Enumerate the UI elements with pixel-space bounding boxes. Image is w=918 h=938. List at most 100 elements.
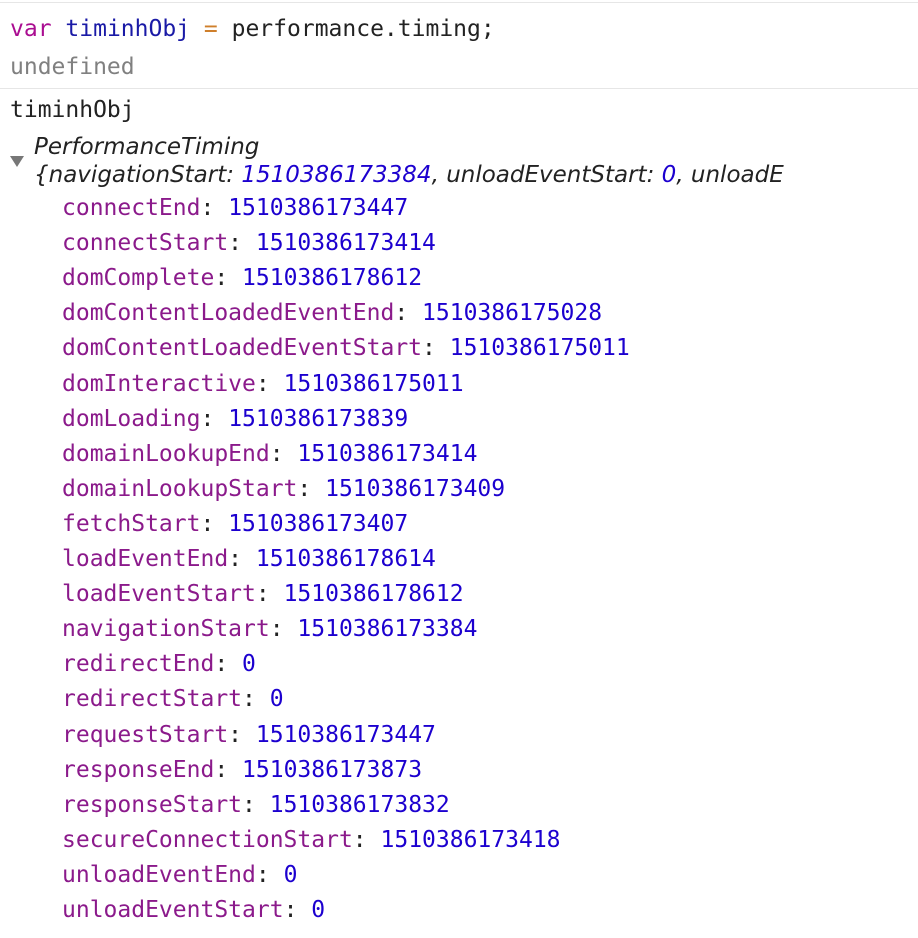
property-value: 1510386178612 <box>242 265 423 292</box>
property-row[interactable]: redirectStart: 0 <box>62 685 284 713</box>
property-key: domComplete <box>62 265 215 292</box>
property-value: 0 <box>269 686 284 713</box>
property-value: 1510386173414 <box>255 230 436 257</box>
property-row[interactable]: domainLookupEnd: 1510386173414 <box>62 440 477 468</box>
property-row[interactable]: fetchStart: 1510386173407 <box>62 510 408 538</box>
property-colon: : <box>297 475 326 502</box>
property-key: domContentLoadedEventStart <box>62 335 423 362</box>
property-value: 1510386175028 <box>422 300 603 327</box>
property-key: unloadEventStart <box>62 897 284 923</box>
property-key: fetchStart <box>62 510 201 537</box>
variable-token: timinhObj <box>65 16 191 42</box>
property-colon: : <box>228 721 256 748</box>
property-value: 1510386173407 <box>228 510 409 537</box>
property-value: 1510386178612 <box>283 581 464 608</box>
property-colon: : <box>242 686 270 713</box>
property-value: 1510386173839 <box>228 405 409 432</box>
property-value: 1510386173384 <box>297 616 478 643</box>
property-key: domContentLoadedEventEnd <box>62 300 395 327</box>
object-class-name[interactable]: PerformanceTiming <box>34 133 259 161</box>
keyword-token: var <box>10 16 52 42</box>
property-colon: : <box>200 195 229 221</box>
property-key: secureConnectionStart <box>62 826 353 853</box>
property-row[interactable]: redirectEnd: 0 <box>62 650 256 678</box>
property-value: 1510386173447 <box>255 721 436 748</box>
property-row[interactable]: responseStart: 1510386173832 <box>62 791 450 819</box>
property-key: redirectStart <box>62 686 243 713</box>
property-row[interactable]: domainLookupStart: 1510386173409 <box>62 475 505 503</box>
property-row[interactable]: requestStart: 1510386173447 <box>62 721 436 749</box>
property-row[interactable]: connectStart: 1510386173414 <box>62 229 436 257</box>
property-colon: : <box>214 265 243 292</box>
property-key: redirectEnd <box>62 651 215 678</box>
property-row[interactable]: loadEventEnd: 1510386178614 <box>62 545 436 573</box>
console-input-entry-2[interactable]: timinhObj <box>0 88 918 128</box>
object-preview[interactable]: {navigationStart: 1510386173384, unloadE… <box>34 161 784 189</box>
property-colon: : <box>200 405 229 432</box>
preview-key-1: unloadEventStart <box>446 162 647 188</box>
console-input-line[interactable]: var timinhObj = performance.timing; <box>10 15 495 43</box>
expression-token: performance.timing; <box>231 16 495 42</box>
property-value: 1510386173873 <box>242 756 423 783</box>
devtools-console: var timinhObj = performance.timing; unde… <box>0 0 918 938</box>
property-row[interactable]: unloadEventStart: 0 <box>62 896 325 924</box>
property-row[interactable]: responseEnd: 1510386173873 <box>62 756 422 784</box>
property-colon: : <box>422 335 450 362</box>
property-key: unloadEventEnd <box>62 861 256 888</box>
expand-triangle-icon[interactable] <box>10 156 24 167</box>
property-row[interactable]: unloadEventEnd: 0 <box>62 861 297 889</box>
property-value: 1510386173418 <box>380 826 561 853</box>
property-colon: : <box>255 861 284 888</box>
property-colon: : <box>214 756 243 783</box>
property-key: domInteractive <box>62 370 256 397</box>
property-row[interactable]: navigationStart: 1510386173384 <box>62 615 477 643</box>
property-colon: : <box>269 440 298 467</box>
property-row[interactable]: connectEnd: 1510386173447 <box>62 194 408 222</box>
property-key: domainLookupStart <box>62 475 298 502</box>
preview-value-0: 1510386173384 <box>241 162 432 188</box>
console-result-undefined: undefined <box>10 54 135 80</box>
property-key: navigationStart <box>62 616 270 643</box>
property-colon: : <box>283 897 312 923</box>
property-row[interactable]: domComplete: 1510386178612 <box>62 264 422 292</box>
property-key: responseEnd <box>62 756 215 783</box>
property-colon: : <box>255 581 284 608</box>
property-colon: : <box>352 826 381 853</box>
property-value: 1510386173414 <box>297 440 478 467</box>
console-input-entry[interactable]: var timinhObj = performance.timing; <box>0 2 918 46</box>
console-input-line-2[interactable]: timinhObj <box>10 96 135 124</box>
property-value: 0 <box>311 897 326 923</box>
property-key: connectStart <box>62 230 229 257</box>
property-row[interactable]: domContentLoadedEventEnd: 1510386175028 <box>62 299 602 327</box>
property-colon: : <box>255 370 284 397</box>
property-colon: : <box>228 546 256 572</box>
property-row[interactable]: loadEventStart: 1510386178612 <box>62 580 464 608</box>
property-value: 1510386173409 <box>325 475 506 502</box>
property-colon: : <box>228 230 256 257</box>
property-row[interactable]: domInteractive: 1510386175011 <box>62 370 464 398</box>
property-value: 1510386173447 <box>228 195 409 221</box>
property-key: domLoading <box>62 405 201 432</box>
property-value: 1510386175011 <box>283 370 464 397</box>
property-value: 0 <box>283 861 298 888</box>
property-colon: : <box>269 616 298 643</box>
property-row[interactable]: domContentLoadedEventStart: 151038617501… <box>62 334 630 362</box>
property-colon: : <box>394 300 423 327</box>
preview-key-2: unloadE <box>690 162 784 188</box>
preview-open-brace: { <box>34 162 49 188</box>
property-row[interactable]: domLoading: 1510386173839 <box>62 405 408 433</box>
property-key: loadEventStart <box>62 581 256 608</box>
preview-key-0: navigationStart <box>48 162 227 188</box>
property-row[interactable]: secureConnectionStart: 1510386173418 <box>62 826 561 854</box>
property-value: 0 <box>242 651 256 678</box>
property-key: domainLookupEnd <box>62 440 270 467</box>
operator-token: = <box>203 16 218 42</box>
property-colon: : <box>242 791 270 818</box>
property-colon: : <box>200 510 229 537</box>
property-key: loadEventEnd <box>62 546 229 572</box>
property-colon: : <box>214 651 243 678</box>
property-value: 1510386178614 <box>255 546 436 572</box>
property-value: 1510386173832 <box>269 791 450 818</box>
property-value: 1510386175011 <box>449 335 630 362</box>
property-key: connectEnd <box>62 195 201 221</box>
